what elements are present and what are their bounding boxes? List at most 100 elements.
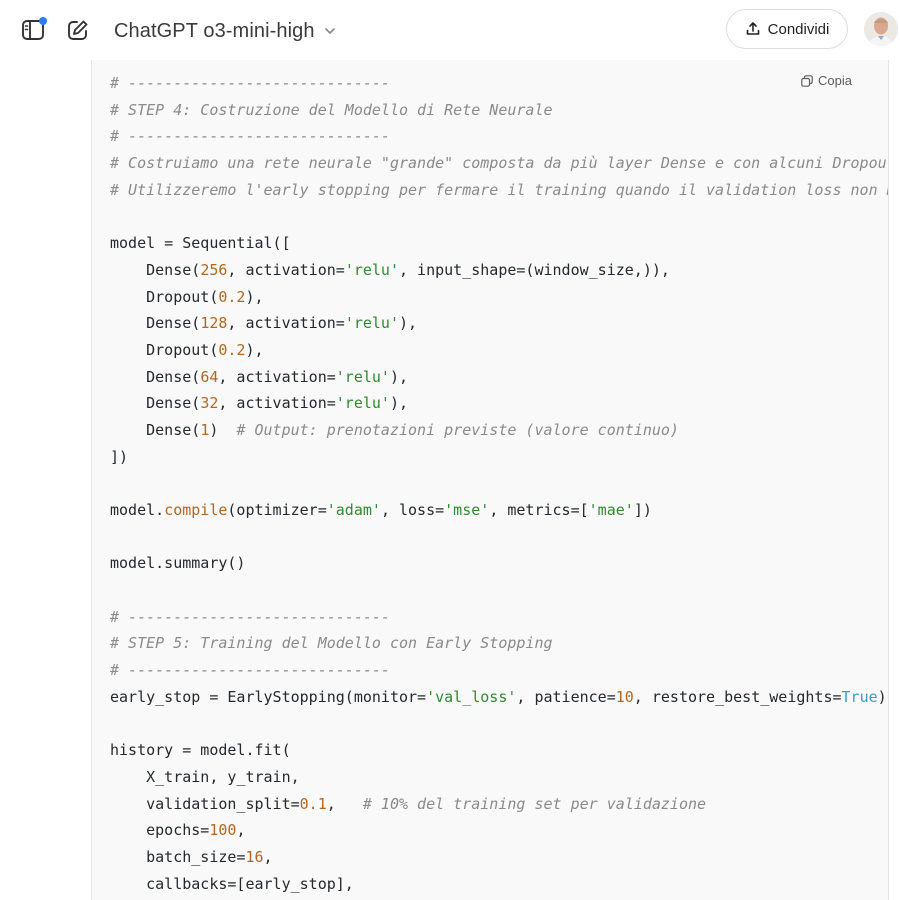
code-token: history = model.fit( xyxy=(110,741,291,760)
share-upload-icon xyxy=(745,21,761,37)
code-token: ), xyxy=(399,314,418,333)
code-token: # ----------------------------- xyxy=(110,127,390,146)
code-token: ]) xyxy=(110,447,129,466)
code-token: ) xyxy=(209,420,237,439)
code-token: batch_size= xyxy=(110,847,246,866)
code-token: , xyxy=(263,847,273,866)
code-content: # ----------------------------- # STEP 4:… xyxy=(110,70,889,898)
code-line: # ----------------------------- xyxy=(110,604,888,631)
code-token: , xyxy=(236,821,246,840)
code-token: epochs= xyxy=(110,821,210,840)
share-button[interactable]: Condividi xyxy=(726,9,848,49)
code-line: Dropout(0.2), xyxy=(110,337,888,364)
code-token: # Costruiamo una rete neurale "grande" c… xyxy=(110,154,889,173)
code-token: callbacks=[early_stop], xyxy=(110,874,354,893)
code-line: # Utilizzeremo l'early stopping per ferm… xyxy=(110,177,889,204)
code-token: compile xyxy=(164,501,228,519)
code-token: # 10% del training set per validazione xyxy=(362,794,707,813)
notification-dot xyxy=(39,17,47,25)
code-token: validation_split= xyxy=(110,794,300,813)
code-line: Dense(128, activation='relu'), xyxy=(110,310,888,337)
code-token: ), xyxy=(245,287,264,306)
code-line: history = model.fit( xyxy=(110,737,888,764)
model-name: ChatGPT o3-mini-high xyxy=(114,19,315,42)
code-line: # ----------------------------- xyxy=(110,70,888,97)
code-token: 'relu' xyxy=(335,394,390,413)
code-token: Dropout( xyxy=(110,340,219,359)
code-line: early_stop = EarlyStopping(monitor='val_… xyxy=(110,684,888,711)
code-token: early_stop = EarlyStopping(monitor= xyxy=(110,687,427,706)
code-token: 64 xyxy=(200,367,219,386)
code-token: 32 xyxy=(200,394,219,413)
code-token: model. xyxy=(110,501,165,519)
code-token: Dense( xyxy=(110,420,201,439)
code-line: Dropout(0.2), xyxy=(110,284,888,311)
code-token: , activation= xyxy=(227,314,345,333)
code-token: # Utilizzeremo l'early stopping per ferm… xyxy=(110,180,889,199)
code-line: # Costruiamo una rete neurale "grande" c… xyxy=(110,150,889,177)
code-token: 10 xyxy=(615,687,634,706)
code-token: (optimizer= xyxy=(227,501,327,519)
code-token: , activation= xyxy=(218,394,336,413)
code-token: 'val_loss' xyxy=(426,687,517,706)
top-bar: ChatGPT o3-mini-high Condividi xyxy=(0,0,900,60)
code-token: X_train, y_train, xyxy=(110,767,300,786)
code-token: 'mae' xyxy=(588,501,634,519)
code-token: 1 xyxy=(200,420,210,439)
code-token: , input_shape=(window_size,)), xyxy=(399,260,670,279)
code-line: X_train, y_train, xyxy=(110,764,888,791)
code-line: model = Sequential([ xyxy=(110,230,888,257)
code-token: # STEP 5: Training del Modello con Early… xyxy=(110,634,553,653)
code-token: # STEP 4: Costruzione del Modello di Ret… xyxy=(110,100,553,119)
code-token: , activation= xyxy=(227,260,345,279)
new-chat-button[interactable] xyxy=(63,15,93,45)
code-line: model.compile(optimizer='adam', loss='ms… xyxy=(110,497,888,524)
model-selector[interactable]: ChatGPT o3-mini-high xyxy=(114,17,337,45)
code-line: callbacks=[early_stop], xyxy=(110,871,888,898)
code-line: # ----------------------------- xyxy=(110,657,888,684)
code-token: ) xyxy=(877,687,887,706)
code-token: ]) xyxy=(633,501,652,519)
code-token: , restore_best_weights= xyxy=(633,687,842,706)
code-token: 256 xyxy=(200,260,228,279)
avatar[interactable] xyxy=(864,12,898,46)
code-line: validation_split=0.1, # 10% del training… xyxy=(110,791,888,818)
code-token: # ----------------------------- xyxy=(110,607,390,626)
code-line: Dense(1) # Output: prenotazioni previste… xyxy=(110,417,888,444)
code-token: , patience= xyxy=(516,687,616,706)
code-token: Dense( xyxy=(110,314,201,333)
code-line: # ----------------------------- xyxy=(110,123,888,150)
share-label: Condividi xyxy=(767,20,830,38)
code-line: Dense(64, activation='relu'), xyxy=(110,364,888,391)
code-line: # STEP 5: Training del Modello con Early… xyxy=(110,630,888,657)
code-token: 'relu' xyxy=(335,367,390,386)
code-token: ), xyxy=(245,340,264,359)
code-token: ), xyxy=(389,394,409,413)
code-token: ), xyxy=(389,367,409,386)
code-token: , loss= xyxy=(380,501,445,519)
code-token: , metrics=[ xyxy=(489,501,589,519)
code-token: model.summary() xyxy=(110,554,246,573)
code-token: # Output: prenotazioni previste (valore … xyxy=(236,420,679,439)
new-chat-icon xyxy=(66,18,90,42)
code-token: # ----------------------------- xyxy=(110,661,390,680)
code-token: 100 xyxy=(209,821,237,840)
code-token: 0.2 xyxy=(218,287,246,306)
code-token: 16 xyxy=(245,847,264,866)
code-token: True xyxy=(841,687,878,706)
code-token: model = Sequential([ xyxy=(110,234,291,253)
code-token: 0.2 xyxy=(218,340,246,359)
code-token: 128 xyxy=(200,314,228,333)
code-token: # ----------------------------- xyxy=(110,74,390,92)
code-token: , activation= xyxy=(218,367,336,386)
sidebar-toggle-button[interactable] xyxy=(19,15,49,45)
code-token: Dense( xyxy=(110,394,201,413)
code-line: # STEP 4: Costruzione del Modello di Ret… xyxy=(110,97,888,124)
chevron-down-icon xyxy=(323,24,337,38)
code-token: 'relu' xyxy=(344,260,399,279)
